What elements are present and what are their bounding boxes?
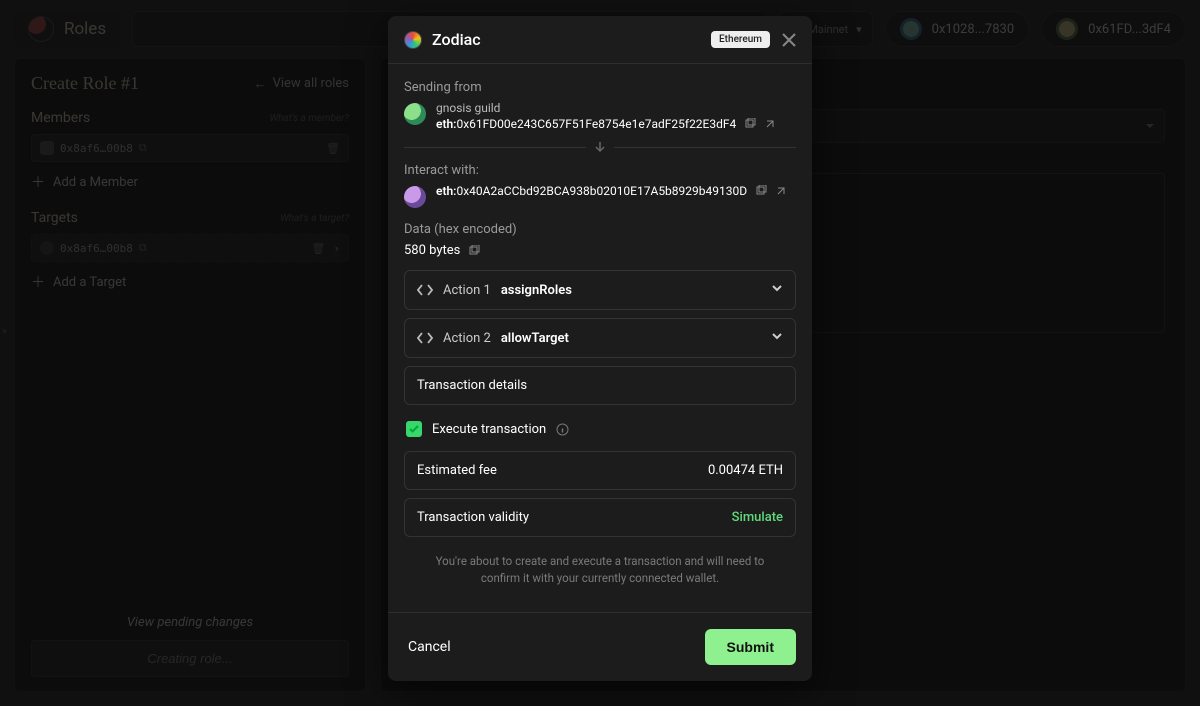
transaction-validity-row: Transaction validity Simulate [404,498,796,537]
action-row-2[interactable]: Action 2 allowTarget [404,318,796,358]
info-icon[interactable] [556,423,569,436]
code-icon [417,283,433,297]
action-number: Action 2 [443,331,491,346]
validity-label: Transaction validity [417,510,529,525]
fee-value: 0.00474 ETH [708,463,783,478]
data-label: Data (hex encoded) [404,222,796,237]
to-address-block: eth:0x40A2aCCbd92BCA938b02010E17A5b8929b… [404,184,796,208]
from-name: gnosis guild [436,101,796,115]
to-address: 0x40A2aCCbd92BCA938b02010E17A5b8929b4913… [456,184,747,198]
to-prefix: eth: [436,184,456,198]
chevron-down-icon [771,330,783,346]
execute-transaction-row: Execute transaction [404,413,796,451]
from-avatar-icon [404,103,426,125]
dialog-body: Sending from gnosis guild eth:0x61FD00e2… [388,64,812,612]
to-avatar-icon [404,186,426,208]
action-row-1[interactable]: Action 1 assignRoles [404,270,796,310]
external-link-icon[interactable] [775,185,787,197]
action-function: allowTarget [501,331,569,346]
execute-checkbox[interactable] [406,421,422,437]
fee-label: Estimated fee [417,463,497,478]
action-function: assignRoles [501,283,572,298]
estimated-fee-row: Estimated fee 0.00474 ETH [404,451,796,490]
zodiac-logo-icon [404,31,422,49]
cancel-button[interactable]: Cancel [404,631,455,663]
data-bytes: 580 bytes [404,243,460,258]
transaction-details-label: Transaction details [417,378,527,393]
dialog-header: Zodiac Ethereum [388,16,812,63]
execute-label: Execute transaction [432,422,546,437]
modal-overlay: Zodiac Ethereum Sending from gnosis guil… [0,0,1200,706]
dialog-title: Zodiac [432,30,481,49]
code-icon [417,331,433,345]
disclaimer-text: You're about to create and execute a tra… [404,545,796,604]
arrow-down-icon [594,141,606,153]
transaction-dialog: Zodiac Ethereum Sending from gnosis guil… [388,16,812,681]
from-prefix: eth: [436,117,456,131]
copy-icon[interactable] [744,118,756,130]
transaction-details-row[interactable]: Transaction details [404,366,796,405]
action-number: Action 1 [443,283,491,298]
interact-with-label: Interact with: [404,163,796,178]
flow-arrow [404,141,796,153]
simulate-button[interactable]: Simulate [732,510,783,525]
from-address: 0x61FD00e243C657F51Fe8754e1e7adF25f22E3d… [456,117,736,131]
dialog-footer: Cancel Submit [388,612,812,681]
sending-from-label: Sending from [404,80,796,95]
close-icon[interactable] [782,33,796,47]
data-bytes-row: 580 bytes [404,243,796,258]
copy-icon[interactable] [468,245,480,257]
network-badge: Ethereum [711,31,770,48]
external-link-icon[interactable] [764,118,776,130]
from-address-block: gnosis guild eth:0x61FD00e243C657F51Fe87… [404,101,796,131]
chevron-down-icon [771,282,783,298]
copy-icon[interactable] [755,185,767,197]
submit-button[interactable]: Submit [705,629,796,665]
